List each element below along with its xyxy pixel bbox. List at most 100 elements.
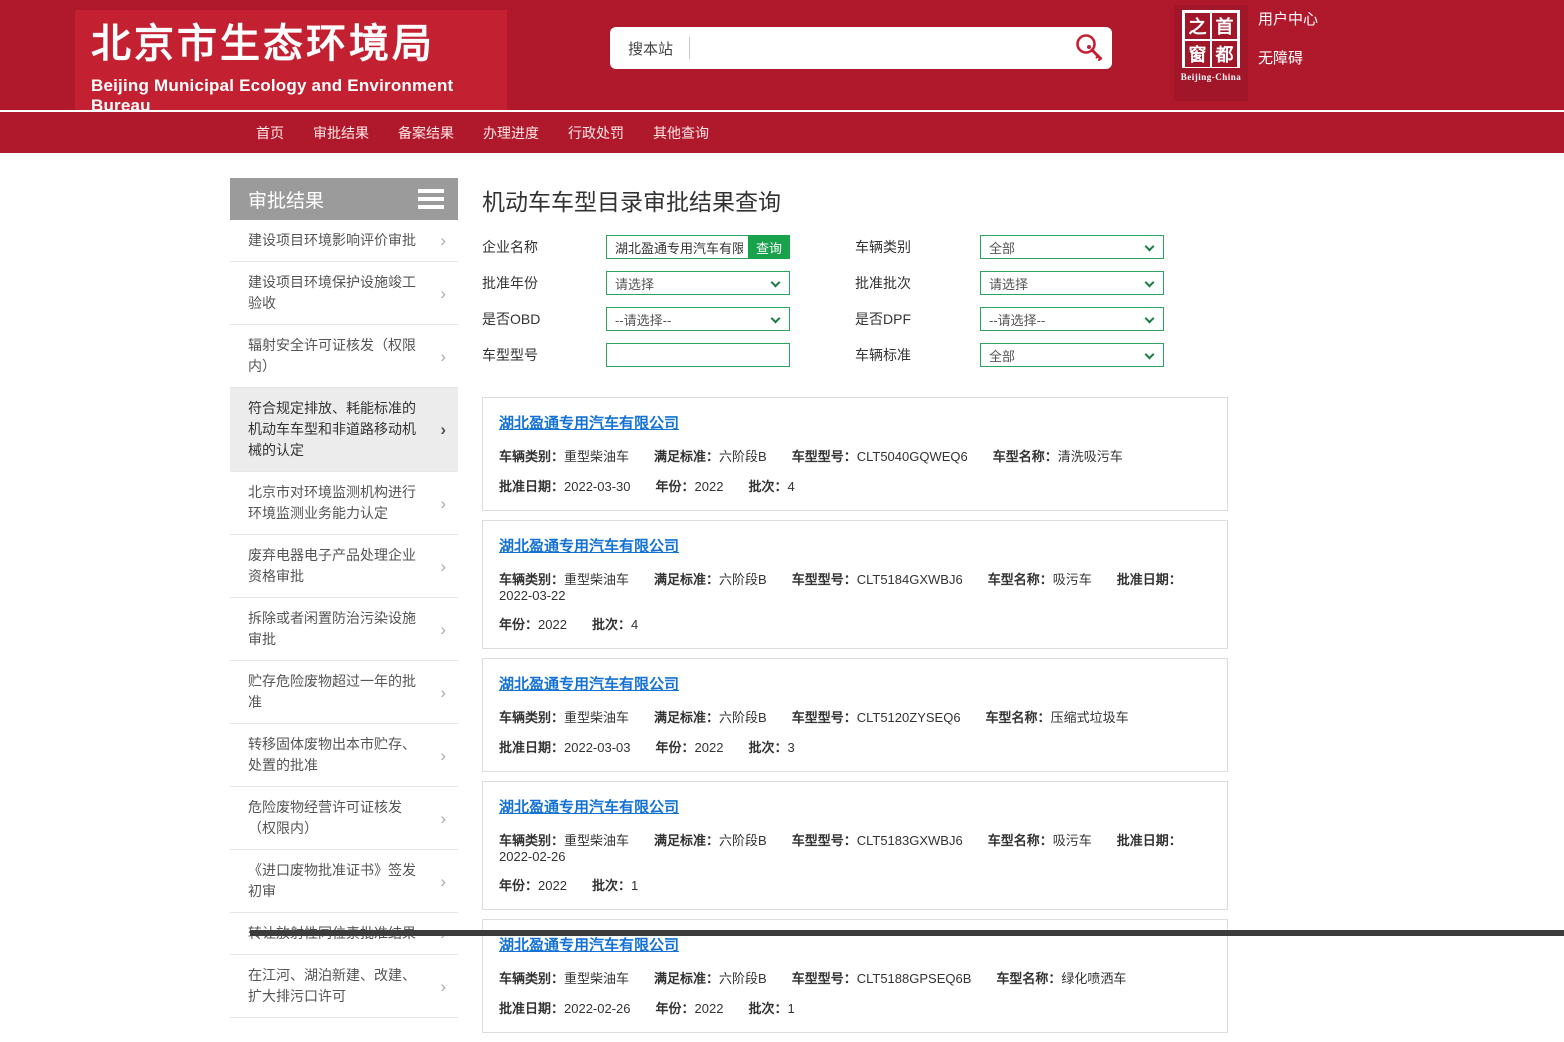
approval-year-select[interactable]: 请选择: [606, 271, 790, 295]
result-card: 湖北盈通专用汽车有限公司车辆类别：重型柴油车满足标准：六阶段B车型型号：CLT5…: [482, 781, 1228, 910]
sidebar-item[interactable]: 《进口废物批准证书》签发初审›: [230, 850, 458, 913]
query-button[interactable]: 查询: [748, 235, 790, 259]
approval-batch-select[interactable]: 请选择: [980, 271, 1164, 295]
nav-item[interactable]: 行政处罚: [568, 123, 624, 143]
result-detail-line: 批准日期：2022-03-03年份：2022批次：3: [499, 737, 1211, 756]
result-field: 满足标准：六阶段B: [654, 833, 767, 848]
sidebar-item[interactable]: 贮存危险废物超过一年的批准›: [230, 661, 458, 724]
result-detail-line: 年份：2022批次：1: [499, 875, 1211, 894]
result-field: 车型名称：绿化喷洒车: [996, 971, 1126, 986]
sidebar: 审批结果 建设项目环境影响评价审批›建设项目环境保护设施竣工验收›辐射安全许可证…: [230, 178, 458, 1018]
search-input[interactable]: [690, 30, 1066, 66]
sidebar-item[interactable]: 符合规定排放、耗能标准的机动车车型和非道路移动机械的认定›: [230, 388, 458, 472]
result-field: 车辆类别：重型柴油车: [499, 971, 629, 986]
result-field: 车型名称：清洗吸污车: [993, 449, 1123, 464]
main-panel: 机动车车型目录审批结果查询 企业名称 查询 车辆类别 全部 批准年份: [480, 178, 1228, 1042]
sidebar-menu: 建设项目环境影响评价审批›建设项目环境保护设施竣工验收›辐射安全许可证核发（权限…: [230, 220, 458, 1018]
result-field: 批次：1: [748, 1001, 794, 1016]
vehicle-standard-label: 车辆标准: [855, 343, 980, 367]
result-field: 批次：4: [592, 617, 638, 632]
page-title: 机动车车型目录审批结果查询: [482, 183, 1228, 217]
dpf-value: --请选择--: [989, 310, 1045, 329]
capital-window-logo[interactable]: 之 首 窗 都 Beijing-China: [1174, 5, 1248, 101]
page-header: 北京市生态环境局 Beijing Municipal Ecology and E…: [0, 0, 1564, 110]
sidebar-item[interactable]: 建设项目环境保护设施竣工验收›: [230, 262, 458, 325]
chevron-down-icon: [771, 278, 781, 288]
accessibility-link[interactable]: 无障碍: [1258, 47, 1318, 68]
result-detail-line: 批准日期：2022-03-30年份：2022批次：4: [499, 476, 1211, 495]
header-links: 用户中心 无障碍: [1258, 8, 1318, 68]
result-field: 车辆类别：重型柴油车: [499, 449, 629, 464]
result-field: 批准日期：2022-03-30: [499, 479, 631, 494]
user-center-link[interactable]: 用户中心: [1258, 8, 1318, 29]
obd-value: --请选择--: [615, 310, 671, 329]
chevron-right-icon: ›: [440, 348, 446, 365]
result-detail-line: 车辆类别：重型柴油车满足标准：六阶段B车型型号：CLT5040GQWEQ6车型名…: [499, 446, 1211, 465]
result-company-link[interactable]: 湖北盈通专用汽车有限公司: [499, 934, 679, 955]
chevron-down-icon: [771, 314, 781, 324]
nav-item[interactable]: 其他查询: [653, 123, 709, 143]
result-company-link[interactable]: 湖北盈通专用汽车有限公司: [499, 412, 679, 433]
results-list: 湖北盈通专用汽车有限公司车辆类别：重型柴油车满足标准：六阶段B车型型号：CLT5…: [480, 397, 1228, 1033]
chevron-down-icon: [1145, 314, 1155, 324]
nav-item[interactable]: 备案结果: [398, 123, 454, 143]
result-card: 湖北盈通专用汽车有限公司车辆类别：重型柴油车满足标准：六阶段B车型型号：CLT5…: [482, 397, 1228, 511]
sidebar-item[interactable]: 北京市对环境监测机构进行环境监测业务能力认定›: [230, 472, 458, 535]
sidebar-item[interactable]: 危险废物经营许可证核发（权限内）›: [230, 787, 458, 850]
result-field: 车型型号：CLT5188GPSEQ6B: [792, 971, 972, 986]
result-detail-line: 车辆类别：重型柴油车满足标准：六阶段B车型型号：CLT5183GXWBJ6车型名…: [499, 830, 1211, 864]
site-subtitle: Beijing Municipal Ecology and Environmen…: [91, 76, 507, 116]
vehicle-standard-value: 全部: [989, 346, 1015, 365]
sidebar-item-label: 转移固体废物出本市贮存、处置的批准: [248, 734, 424, 776]
capital-window-seal: 之 首 窗 都: [1182, 10, 1240, 68]
chevron-down-icon: [1145, 350, 1155, 360]
chevron-right-icon: ›: [440, 747, 446, 764]
sidebar-item[interactable]: 转移固体废物出本市贮存、处置的批准 ›: [230, 724, 458, 787]
result-card: 湖北盈通专用汽车有限公司车辆类别：重型柴油车满足标准：六阶段B车型型号：CLT5…: [482, 520, 1228, 649]
result-field: 年份：2022: [656, 479, 724, 494]
chevron-right-icon: ›: [440, 558, 446, 575]
result-detail-line: 批准日期：2022-02-26年份：2022批次：1: [499, 998, 1211, 1017]
sidebar-item[interactable]: 废弃电器电子产品处理企业资格审批›: [230, 535, 458, 598]
result-field: 车型型号：CLT5040GQWEQ6: [792, 449, 968, 464]
result-field: 批次：3: [748, 740, 794, 755]
result-company-link[interactable]: 湖北盈通专用汽车有限公司: [499, 673, 679, 694]
result-field: 批准日期：2022-03-03: [499, 740, 631, 755]
result-field: 车型名称：吸污车: [988, 572, 1092, 587]
search-button[interactable]: [1066, 27, 1112, 69]
nav-item[interactable]: 审批结果: [313, 123, 369, 143]
dpf-select[interactable]: --请选择--: [980, 307, 1164, 331]
dpf-label: 是否DPF: [855, 307, 980, 331]
chevron-right-icon: ›: [440, 978, 446, 995]
vehicle-category-value: 全部: [989, 238, 1015, 257]
nav-item[interactable]: 办理进度: [483, 123, 539, 143]
model-number-input[interactable]: [615, 344, 789, 366]
chevron-down-icon: [1145, 278, 1155, 288]
sidebar-item[interactable]: 拆除或者闲置防治污染设施审批›: [230, 598, 458, 661]
sidebar-item[interactable]: 建设项目环境影响评价审批›: [230, 220, 458, 262]
sidebar-item[interactable]: 辐射安全许可证核发（权限内）›: [230, 325, 458, 388]
result-detail-line: 车辆类别：重型柴油车满足标准：六阶段B车型型号：CLT5184GXWBJ6车型名…: [499, 569, 1211, 603]
chevron-right-icon: ›: [440, 232, 446, 249]
chevron-right-icon: ›: [440, 495, 446, 512]
company-name-field: 查询: [606, 235, 790, 259]
chevron-right-icon: ›: [440, 873, 446, 890]
result-company-link[interactable]: 湖北盈通专用汽车有限公司: [499, 796, 679, 817]
vehicle-category-select[interactable]: 全部: [980, 235, 1164, 259]
obd-label: 是否OBD: [482, 307, 606, 331]
search-label: 搜本站: [628, 38, 673, 59]
sidebar-item[interactable]: 在江河、湖泊新建、改建、扩大排污口许可›: [230, 955, 458, 1018]
approval-year-label: 批准年份: [482, 271, 606, 295]
result-company-link[interactable]: 湖北盈通专用汽车有限公司: [499, 535, 679, 556]
result-field: 车型名称：压缩式垃圾车: [986, 710, 1129, 725]
seal-char: 窗: [1185, 41, 1210, 67]
result-field: 满足标准：六阶段B: [654, 710, 767, 725]
seal-char: 首: [1212, 13, 1237, 39]
vehicle-category-label: 车辆类别: [855, 235, 980, 259]
hamburger-menu-icon[interactable]: [418, 185, 444, 213]
chevron-right-icon: ›: [440, 285, 446, 302]
result-field: 年份：2022: [656, 1001, 724, 1016]
obd-select[interactable]: --请选择--: [606, 307, 790, 331]
vehicle-standard-select[interactable]: 全部: [980, 343, 1164, 367]
nav-item[interactable]: 首页: [256, 123, 284, 143]
